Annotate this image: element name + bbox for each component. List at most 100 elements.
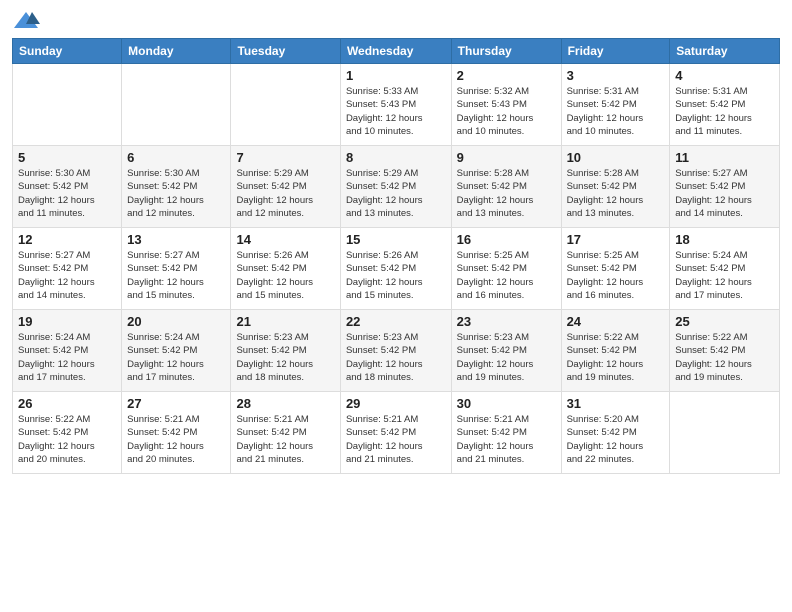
calendar-cell: 2Sunrise: 5:32 AM Sunset: 5:43 PM Daylig… <box>451 64 561 146</box>
day-info: Sunrise: 5:27 AM Sunset: 5:42 PM Dayligh… <box>127 249 225 302</box>
day-number: 7 <box>236 150 334 165</box>
logo-icon <box>12 10 40 32</box>
day-info: Sunrise: 5:25 AM Sunset: 5:42 PM Dayligh… <box>567 249 665 302</box>
day-info: Sunrise: 5:23 AM Sunset: 5:42 PM Dayligh… <box>457 331 556 384</box>
day-info: Sunrise: 5:30 AM Sunset: 5:42 PM Dayligh… <box>127 167 225 220</box>
day-number: 24 <box>567 314 665 329</box>
calendar-header-row: SundayMondayTuesdayWednesdayThursdayFrid… <box>13 39 780 64</box>
day-info: Sunrise: 5:22 AM Sunset: 5:42 PM Dayligh… <box>18 413 116 466</box>
calendar-cell: 27 Sunrise: 5:21 AM Sunset: 5:42 PM Dayli… <box>122 392 231 474</box>
day-info: Sunrise: 5:29 AM Sunset: 5:42 PM Dayligh… <box>236 167 334 220</box>
day-info: Sunrise: 5:26 AM Sunset: 5:42 PM Dayligh… <box>346 249 446 302</box>
calendar-header-tuesday: Tuesday <box>231 39 340 64</box>
calendar-cell: 26 Sunrise: 5:22 AM Sunset: 5:42 PM Dayli… <box>13 392 122 474</box>
page-container: SundayMondayTuesdayWednesdayThursdayFrid… <box>0 0 792 484</box>
calendar-cell: 19Sunrise: 5:24 AM Sunset: 5:42 PM Dayli… <box>13 310 122 392</box>
day-number: 6 <box>127 150 225 165</box>
day-info: Sunrise: 5:21 AM Sunset: 5:42 PM Dayligh… <box>346 413 446 466</box>
day-number: 20 <box>127 314 225 329</box>
day-info: Sunrise: 5:30 AM Sunset: 5:42 PM Dayligh… <box>18 167 116 220</box>
day-info: Sunrise: 5:29 AM Sunset: 5:42 PM Dayligh… <box>346 167 446 220</box>
calendar-cell <box>231 64 340 146</box>
calendar-cell: 30Sunrise: 5:21 AM Sunset: 5:42 PM Dayli… <box>451 392 561 474</box>
day-info: Sunrise: 5:24 AM Sunset: 5:42 PM Dayligh… <box>127 331 225 384</box>
day-number: 14 <box>236 232 334 247</box>
day-info: Sunrise: 5:27 AM Sunset: 5:42 PM Dayligh… <box>18 249 116 302</box>
logo <box>12 10 44 32</box>
day-info: Sunrise: 5:24 AM Sunset: 5:42 PM Dayligh… <box>675 249 774 302</box>
day-info: Sunrise: 5:22 AM Sunset: 5:42 PM Dayligh… <box>675 331 774 384</box>
calendar-cell: 9Sunrise: 5:28 AM Sunset: 5:42 PM Daylig… <box>451 146 561 228</box>
calendar-table: SundayMondayTuesdayWednesdayThursdayFrid… <box>12 38 780 474</box>
day-number: 3 <box>567 68 665 83</box>
day-number: 8 <box>346 150 446 165</box>
calendar-cell <box>13 64 122 146</box>
day-number: 15 <box>346 232 446 247</box>
day-number: 31 <box>567 396 665 411</box>
calendar-cell: 5Sunrise: 5:30 AM Sunset: 5:42 PM Daylig… <box>13 146 122 228</box>
day-info: Sunrise: 5:27 AM Sunset: 5:42 PM Dayligh… <box>675 167 774 220</box>
day-info: Sunrise: 5:25 AM Sunset: 5:42 PM Dayligh… <box>457 249 556 302</box>
day-number: 18 <box>675 232 774 247</box>
calendar-header-monday: Monday <box>122 39 231 64</box>
calendar-header-thursday: Thursday <box>451 39 561 64</box>
calendar-cell: 23Sunrise: 5:23 AM Sunset: 5:42 PM Dayli… <box>451 310 561 392</box>
day-number: 26 <box>18 396 116 411</box>
calendar-cell: 3Sunrise: 5:31 AM Sunset: 5:42 PM Daylig… <box>561 64 670 146</box>
calendar-cell: 12 Sunrise: 5:27 AM Sunset: 5:42 PM Dayli… <box>13 228 122 310</box>
calendar-cell: 10 Sunrise: 5:28 AM Sunset: 5:42 PM Dayli… <box>561 146 670 228</box>
calendar-cell: 7 Sunrise: 5:29 AM Sunset: 5:42 PM Daylig… <box>231 146 340 228</box>
calendar-cell <box>670 392 780 474</box>
day-info: Sunrise: 5:24 AM Sunset: 5:42 PM Dayligh… <box>18 331 116 384</box>
calendar-cell: 28Sunrise: 5:21 AM Sunset: 5:42 PM Dayli… <box>231 392 340 474</box>
calendar-cell: 31 Sunrise: 5:20 AM Sunset: 5:42 PM Dayli… <box>561 392 670 474</box>
day-number: 17 <box>567 232 665 247</box>
day-info: Sunrise: 5:31 AM Sunset: 5:42 PM Dayligh… <box>675 85 774 138</box>
calendar-header-friday: Friday <box>561 39 670 64</box>
day-number: 2 <box>457 68 556 83</box>
day-info: Sunrise: 5:20 AM Sunset: 5:42 PM Dayligh… <box>567 413 665 466</box>
day-number: 11 <box>675 150 774 165</box>
day-number: 10 <box>567 150 665 165</box>
day-number: 27 <box>127 396 225 411</box>
calendar-cell: 20 Sunrise: 5:24 AM Sunset: 5:42 PM Dayli… <box>122 310 231 392</box>
day-info: Sunrise: 5:33 AM Sunset: 5:43 PM Dayligh… <box>346 85 446 138</box>
day-info: Sunrise: 5:23 AM Sunset: 5:42 PM Dayligh… <box>346 331 446 384</box>
calendar-header-wednesday: Wednesday <box>340 39 451 64</box>
calendar-cell: 17 Sunrise: 5:25 AM Sunset: 5:42 PM Dayli… <box>561 228 670 310</box>
day-info: Sunrise: 5:21 AM Sunset: 5:42 PM Dayligh… <box>127 413 225 466</box>
day-number: 28 <box>236 396 334 411</box>
calendar-cell: 15 Sunrise: 5:26 AM Sunset: 5:42 PM Dayli… <box>340 228 451 310</box>
calendar-week-row: 19Sunrise: 5:24 AM Sunset: 5:42 PM Dayli… <box>13 310 780 392</box>
calendar-header-saturday: Saturday <box>670 39 780 64</box>
day-info: Sunrise: 5:26 AM Sunset: 5:42 PM Dayligh… <box>236 249 334 302</box>
calendar-week-row: 26 Sunrise: 5:22 AM Sunset: 5:42 PM Dayli… <box>13 392 780 474</box>
calendar-cell: 1Sunrise: 5:33 AM Sunset: 5:43 PM Daylig… <box>340 64 451 146</box>
day-number: 25 <box>675 314 774 329</box>
day-number: 21 <box>236 314 334 329</box>
day-info: Sunrise: 5:21 AM Sunset: 5:42 PM Dayligh… <box>457 413 556 466</box>
calendar-header-sunday: Sunday <box>13 39 122 64</box>
header <box>12 10 780 32</box>
day-number: 13 <box>127 232 225 247</box>
day-info: Sunrise: 5:28 AM Sunset: 5:42 PM Dayligh… <box>567 167 665 220</box>
calendar-week-row: 12 Sunrise: 5:27 AM Sunset: 5:42 PM Dayli… <box>13 228 780 310</box>
day-number: 29 <box>346 396 446 411</box>
calendar-cell: 18 Sunrise: 5:24 AM Sunset: 5:42 PM Dayli… <box>670 228 780 310</box>
day-number: 4 <box>675 68 774 83</box>
calendar-cell: 24 Sunrise: 5:22 AM Sunset: 5:42 PM Dayli… <box>561 310 670 392</box>
day-info: Sunrise: 5:23 AM Sunset: 5:42 PM Dayligh… <box>236 331 334 384</box>
calendar-cell: 22 Sunrise: 5:23 AM Sunset: 5:42 PM Dayli… <box>340 310 451 392</box>
day-info: Sunrise: 5:22 AM Sunset: 5:42 PM Dayligh… <box>567 331 665 384</box>
calendar-cell: 25 Sunrise: 5:22 AM Sunset: 5:42 PM Dayli… <box>670 310 780 392</box>
day-number: 22 <box>346 314 446 329</box>
calendar-cell: 4 Sunrise: 5:31 AM Sunset: 5:42 PM Daylig… <box>670 64 780 146</box>
calendar-week-row: 5Sunrise: 5:30 AM Sunset: 5:42 PM Daylig… <box>13 146 780 228</box>
day-number: 12 <box>18 232 116 247</box>
day-info: Sunrise: 5:28 AM Sunset: 5:42 PM Dayligh… <box>457 167 556 220</box>
day-number: 16 <box>457 232 556 247</box>
calendar-cell <box>122 64 231 146</box>
calendar-cell: 13 Sunrise: 5:27 AM Sunset: 5:42 PM Dayli… <box>122 228 231 310</box>
calendar-cell: 8 Sunrise: 5:29 AM Sunset: 5:42 PM Daylig… <box>340 146 451 228</box>
calendar-cell: 21 Sunrise: 5:23 AM Sunset: 5:42 PM Dayli… <box>231 310 340 392</box>
